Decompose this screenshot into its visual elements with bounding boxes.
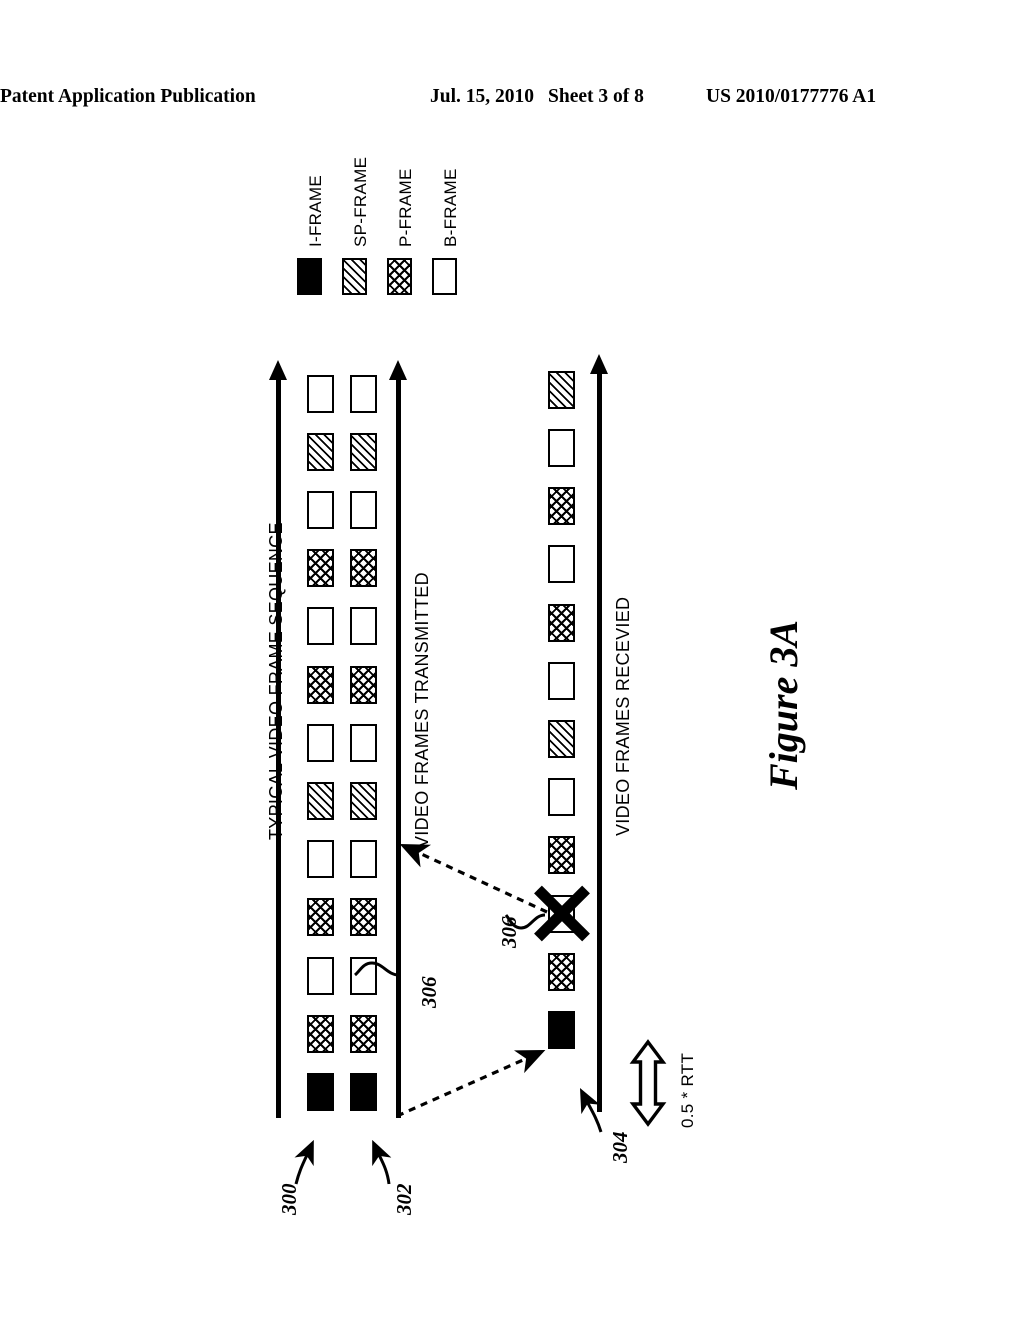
frame-box-i-frame (548, 1011, 575, 1049)
legend-swatch-p-frame (387, 258, 412, 295)
page-header: Patent Application Publication Jul. 15, … (0, 86, 1024, 116)
frame-box-b-frame (548, 778, 575, 817)
frame-box-sp-frame (307, 432, 334, 471)
frame-box-b-frame (548, 661, 575, 700)
dashed-arrow-transmitted-to-received (396, 1050, 546, 1118)
frame-box-p-frame (350, 665, 377, 704)
rtt-double-arrow-icon (629, 1039, 667, 1127)
frame-box-p-frame (548, 952, 575, 991)
frame-box-b-frame (307, 956, 334, 995)
axis-arrowhead-icon (590, 354, 608, 374)
frame-box-b-frame (350, 607, 377, 646)
frame-box-b-frame (548, 545, 575, 584)
frame-box-b-frame (350, 491, 377, 529)
frame-box-b-frame (350, 840, 377, 879)
leader-line-300 (294, 1139, 314, 1185)
frame-box-b-frame (307, 840, 334, 879)
frame-box-p-frame (307, 898, 334, 937)
frame-box-b-frame (307, 723, 334, 762)
frame-box-sp-frame (548, 720, 575, 758)
frame-box-b-frame (307, 491, 334, 529)
reference-numeral-300: 300 (277, 1183, 301, 1216)
frame-box-p-frame (350, 1014, 377, 1053)
header-publication-number: US 2010/0177776 A1 (706, 86, 877, 107)
rtt-label: 0.5 * RTT (678, 1052, 697, 1128)
figure-caption: Figure 3A (761, 619, 806, 790)
frame-box-p-frame (307, 549, 334, 588)
frame-box-b-frame (307, 607, 334, 646)
header-date: Jul. 15, 2010 (430, 86, 535, 107)
legend-label-i-frame: I-FRAME (306, 175, 325, 247)
legend-label-p-frame: P-FRAME (396, 168, 415, 247)
legend-label-sp-frame: SP-FRAME (351, 156, 370, 247)
frame-box-b-frame (350, 723, 377, 762)
axis-arrowhead-icon (269, 360, 287, 380)
frame-box-sp-frame (548, 370, 575, 409)
legend-swatch-b-frame (432, 258, 457, 295)
reference-numeral-304: 304 (608, 1131, 632, 1164)
frame-box-sp-frame (350, 432, 377, 471)
frame-box-i-frame (307, 1073, 334, 1111)
reference-numeral-306-received: 306 (497, 916, 521, 949)
header-publication-title: Patent Application Publication (0, 86, 256, 107)
reference-numeral-306-transmitted: 306 (417, 976, 441, 1009)
frame-box-p-frame (307, 1014, 334, 1053)
axis-label-video-frames-transmitted: VIDEO FRAMES TRANSMITTED (412, 572, 432, 848)
frame-box-sp-frame (307, 782, 334, 820)
frame-box-p-frame (350, 549, 377, 588)
frame-box-i-frame (350, 1073, 377, 1111)
frame-box-p-frame (548, 487, 575, 526)
legend-label-b-frame: B-FRAME (441, 168, 460, 247)
annotation-overlay (294, 843, 667, 1185)
axis-arrowhead-icon (389, 360, 407, 380)
frame-box-b-frame (350, 374, 377, 413)
axis-shaft (596, 372, 602, 1112)
frame-box-p-frame (548, 603, 575, 642)
frame-box-p-frame (548, 836, 575, 875)
header-sheet-number: Sheet 3 of 8 (548, 86, 644, 107)
frame-box-b-frame (548, 894, 575, 933)
frame-box-p-frame (350, 898, 377, 937)
legend-swatch-sp-frame (342, 258, 367, 295)
frame-box-sp-frame (350, 782, 377, 820)
frame-box-b-frame (350, 956, 377, 995)
leader-line-302 (372, 1139, 392, 1185)
dashed-arrow-lost-frame-to-transmitted (399, 843, 548, 914)
reference-numeral-302: 302 (392, 1183, 416, 1216)
axis-shaft (395, 378, 401, 1118)
axis-label-typical-video-frame-sequence: TYPICAL VIDEO FRAME SEQUENCE (266, 522, 286, 840)
legend-swatch-i-frame (297, 258, 322, 295)
frame-box-p-frame (307, 665, 334, 704)
frame-box-b-frame (307, 374, 334, 413)
frame-box-b-frame (548, 429, 575, 467)
axis-label-video-frames-recevied: VIDEO FRAMES RECEVIED (613, 596, 633, 836)
